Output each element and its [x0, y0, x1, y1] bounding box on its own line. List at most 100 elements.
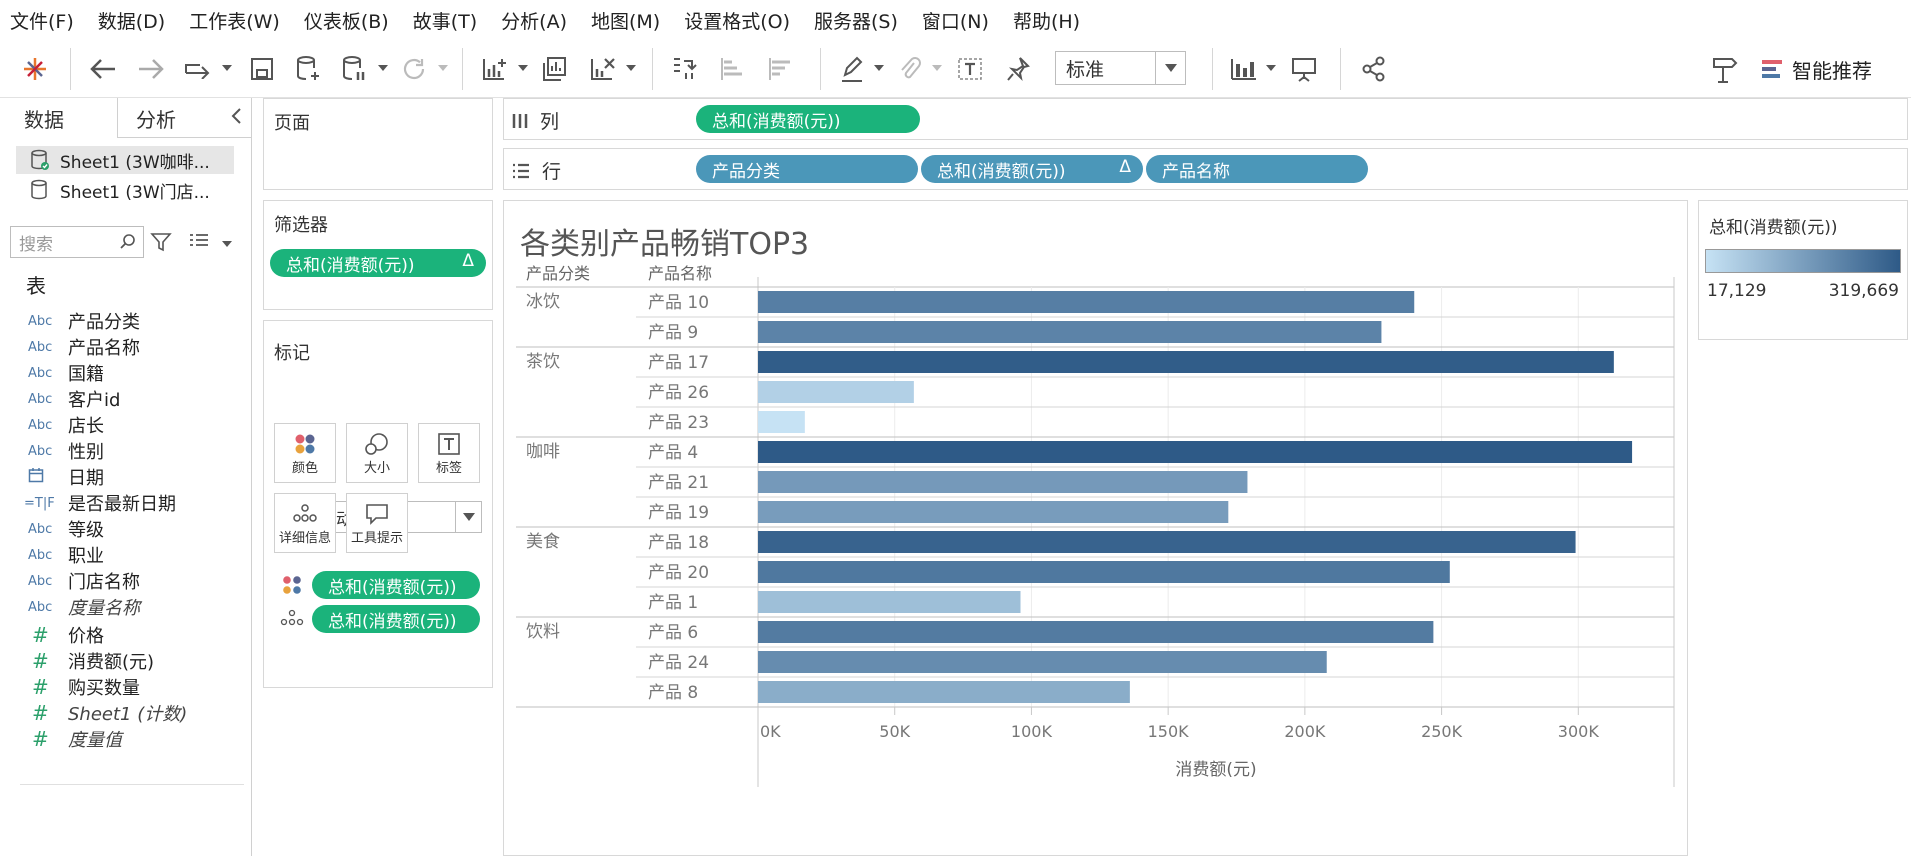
chevron-down-icon[interactable]	[222, 241, 232, 247]
measure-item[interactable]: # 价格	[28, 622, 104, 648]
chevron-down-icon[interactable]	[455, 502, 481, 532]
measure-item[interactable]: # 度量值	[28, 726, 122, 752]
datasource-item-2[interactable]: Sheet1 (3W门店...	[16, 176, 234, 204]
row-header-category: 产品分类	[526, 264, 590, 283]
field-item[interactable]: Abc 等级	[28, 516, 104, 542]
datasource-item-1[interactable]: Sheet1 (3W咖啡...	[16, 146, 234, 174]
duplicate-sheet-icon[interactable]	[536, 50, 572, 88]
new-worksheet-icon[interactable]	[476, 50, 512, 88]
rows-pill-category[interactable]: 产品分类	[696, 155, 918, 183]
fit-select[interactable]: 标准	[1055, 51, 1186, 85]
menu-window[interactable]: 窗口(N)	[922, 7, 989, 34]
save-icon[interactable]	[244, 50, 280, 88]
redo-arrow-icon[interactable]	[178, 50, 218, 88]
measure-item[interactable]: # 购买数量	[28, 674, 140, 700]
chart-view[interactable]: 各类别产品畅销TOP3 产品分类 产品名称 冰饮 产品 10 产品 9 茶饮 产品 17 产品…	[503, 200, 1688, 856]
field-search-input[interactable]: 搜索	[10, 226, 144, 258]
columns-icon	[512, 113, 528, 128]
collapse-pane-icon[interactable]	[230, 106, 242, 130]
bar	[758, 321, 1382, 343]
color-button[interactable]: 颜色	[274, 423, 336, 483]
chevron-down-icon[interactable]	[378, 65, 388, 71]
field-item[interactable]: Abc 门店名称	[28, 568, 140, 594]
show-labels-icon[interactable]	[952, 50, 988, 88]
chevron-down-icon[interactable]	[932, 65, 942, 71]
field-item[interactable]: Abc 性别	[28, 438, 104, 464]
product-label: 产品 24	[648, 653, 709, 673]
tooltip-button[interactable]: 工具提示	[346, 493, 408, 553]
tableau-logo-icon[interactable]	[16, 50, 54, 88]
label-button[interactable]: 标签	[418, 423, 480, 483]
color-legend[interactable]: 总和(消费额(元)) 17,129 319,669	[1698, 200, 1908, 340]
field-item[interactable]: =T|F 是否最新日期	[24, 490, 176, 516]
show-cards-icon[interactable]	[1226, 50, 1262, 88]
chevron-down-icon[interactable]	[874, 65, 884, 71]
back-icon[interactable]	[84, 50, 122, 88]
pin-icon[interactable]	[1000, 50, 1036, 88]
rows-pill-product[interactable]: 产品名称	[1146, 155, 1368, 183]
bar	[758, 681, 1130, 703]
search-icon[interactable]	[119, 233, 137, 256]
field-item[interactable]: Abc 产品名称	[28, 334, 140, 360]
menu-help[interactable]: 帮助(H)	[1013, 7, 1080, 34]
field-item[interactable]: Abc 国籍	[28, 360, 104, 386]
chevron-down-icon[interactable]	[222, 65, 232, 71]
x-tick-label: 150K	[1148, 722, 1190, 741]
color-pill[interactable]: 总和(消费额(元))	[312, 571, 480, 599]
menu-analysis[interactable]: 分析(A)	[501, 7, 567, 34]
paperclip-icon[interactable]	[892, 50, 928, 88]
menu-data[interactable]: 数据(D)	[98, 7, 165, 34]
sort-ascending-icon[interactable]	[714, 50, 750, 88]
menu-format[interactable]: 设置格式(O)	[684, 7, 790, 34]
measure-item[interactable]: # 消费额(元)	[28, 648, 154, 674]
field-item[interactable]: Abc 职业	[28, 542, 104, 568]
x-tick-label: 50K	[879, 722, 910, 741]
refresh-icon[interactable]	[396, 50, 432, 88]
tab-analysis[interactable]: 分析	[136, 98, 176, 138]
tab-data[interactable]: 数据	[24, 98, 64, 138]
detail-pill[interactable]: 总和(消费额(元))	[312, 605, 480, 633]
columns-pill[interactable]: 总和(消费额(元))	[696, 105, 920, 133]
pause-update-icon[interactable]	[336, 50, 372, 88]
clear-sheet-icon[interactable]	[584, 50, 620, 88]
field-item[interactable]: Abc 产品分类	[28, 308, 140, 334]
field-item[interactable]: Abc 店长	[28, 412, 104, 438]
share-icon[interactable]	[1356, 50, 1392, 88]
menu-map[interactable]: 地图(M)	[591, 7, 660, 34]
size-button[interactable]: 大小	[346, 423, 408, 483]
chevron-down-icon[interactable]	[1266, 65, 1276, 71]
measure-item[interactable]: # Sheet1 (计数)	[28, 700, 187, 726]
view-options-icon[interactable]	[188, 233, 210, 253]
detail-button[interactable]: 详细信息	[274, 493, 336, 553]
menu-server[interactable]: 服务器(S)	[814, 7, 898, 34]
menu-story[interactable]: 故事(T)	[413, 7, 477, 34]
product-label: 产品 17	[648, 353, 709, 373]
chevron-down-icon[interactable]	[518, 65, 528, 71]
sort-descending-icon[interactable]	[762, 50, 798, 88]
chevron-down-icon[interactable]	[438, 65, 448, 71]
filter-pill[interactable]: 总和(消费额(元)) Δ	[270, 249, 486, 277]
swap-rows-columns-icon[interactable]	[666, 50, 702, 88]
filters-shelf[interactable]: 筛选器 总和(消费额(元)) Δ	[263, 200, 493, 310]
pages-shelf[interactable]: 页面	[263, 98, 493, 190]
menu-worksheet[interactable]: 工作表(W)	[189, 7, 280, 34]
new-datasource-icon[interactable]	[290, 50, 326, 88]
columns-shelf[interactable]: 列 总和(消费额(元))	[503, 98, 1908, 140]
signpost-icon[interactable]	[1706, 50, 1742, 88]
filter-icon[interactable]	[150, 231, 172, 257]
x-tick-label: 0K	[760, 722, 781, 741]
rows-shelf[interactable]: 行 产品分类 总和(消费额(元)) Δ 产品名称	[503, 148, 1908, 190]
bar	[758, 441, 1633, 463]
chevron-down-icon[interactable]	[626, 65, 636, 71]
forward-icon[interactable]	[132, 50, 170, 88]
menu-dashboard[interactable]: 仪表板(B)	[304, 7, 389, 34]
show-me-button[interactable]: 智能推荐	[1762, 50, 1872, 88]
field-item[interactable]: Abc 客户id	[28, 386, 120, 412]
presentation-mode-icon[interactable]	[1286, 50, 1322, 88]
field-item[interactable]: Abc 度量名称	[28, 594, 140, 620]
chevron-down-icon[interactable]	[1155, 52, 1185, 84]
rows-pill-sales[interactable]: 总和(消费额(元)) Δ	[921, 155, 1143, 183]
menu-file[interactable]: 文件(F)	[10, 7, 74, 34]
field-item[interactable]: 日期	[28, 464, 104, 490]
highlight-pen-icon[interactable]	[834, 50, 870, 88]
